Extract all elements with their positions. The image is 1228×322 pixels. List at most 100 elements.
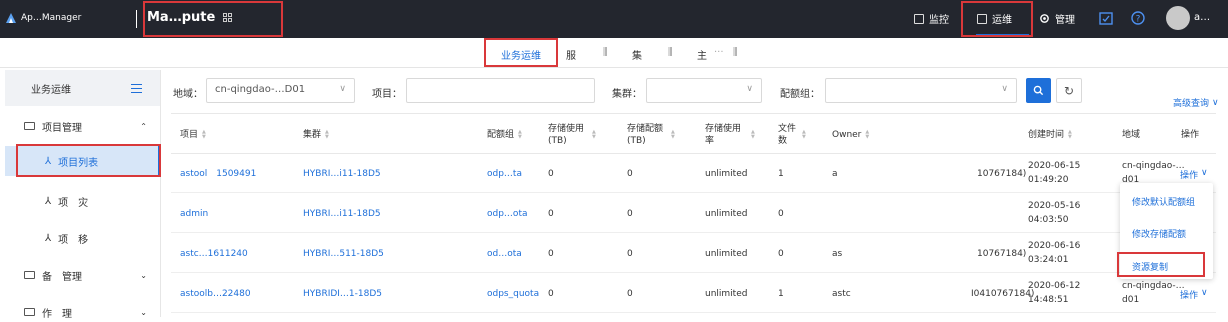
folder-icon	[24, 271, 35, 279]
region-label: 地域：	[173, 89, 203, 100]
created-date: 2020-06-16	[1028, 241, 1081, 251]
advanced-search-link[interactable]: 高级查询 ∨	[1173, 96, 1219, 110]
column-file-count[interactable]: 文件数 ▲ ▼	[778, 114, 818, 155]
owner-id-value: I0410767184)	[971, 289, 1035, 299]
storage-used-value: 0	[548, 169, 554, 179]
sidebar-group-label: 备 管理	[42, 271, 82, 283]
nav-monitor[interactable]: 监控	[914, 11, 949, 26]
quota-group-link[interactable]: odp…ta	[487, 168, 522, 180]
column-storage-quota[interactable]: 存储配额(TB) ▲ ▼	[627, 114, 689, 155]
column-region[interactable]: 地域	[1122, 114, 1140, 155]
chevron-up-icon: ⌃	[140, 121, 147, 131]
column-label: 项目	[180, 129, 199, 140]
quota-group-link[interactable]: od…ota	[487, 248, 522, 260]
row-actions-button[interactable]: 操作 ∨	[1180, 288, 1208, 301]
tab-separator-icon: ⫼	[733, 47, 738, 58]
column-label: 存储使用率	[705, 123, 742, 146]
nav-manage[interactable]: 管理	[1039, 11, 1075, 26]
column-cluster[interactable]: 集群 ▲ ▼	[303, 114, 329, 155]
quota-group-select[interactable]: ∨	[825, 78, 1017, 103]
menu-item-change-default-quota[interactable]: 修改默认配额组	[1132, 195, 1195, 208]
column-usage-rate[interactable]: 存储使用率 ▲ ▼	[705, 114, 769, 155]
usage-rate-value: unlimited	[705, 169, 748, 179]
row-actions-label: 操作	[1180, 291, 1199, 301]
tab-service[interactable]: 服	[566, 47, 576, 62]
project-link[interactable]: admin	[180, 208, 208, 220]
file-count-value: 0	[778, 209, 784, 219]
cluster-link[interactable]: HYBRI…i11-18D5	[303, 208, 381, 220]
storage-quota-value: 0	[627, 209, 633, 219]
usage-rate-value: unlimited	[705, 249, 748, 259]
gear-icon	[1040, 14, 1049, 23]
sort-icon[interactable]: ▲ ▼	[802, 129, 806, 140]
region-value: cn-qingdao-…D01	[215, 84, 306, 95]
column-storage-used[interactable]: 存储使用(TB) ▲ ▼	[548, 114, 610, 155]
file-count-value: 1	[778, 289, 784, 299]
sidebar-item-project-dr[interactable]: ⅄ 项 灾	[5, 186, 161, 216]
column-label: 存储使用(TB)	[548, 123, 585, 146]
cluster-link[interactable]: HYBRIDI…1-18D5	[303, 288, 382, 300]
sidebar-group-jobs[interactable]: 作 理 ⌄	[5, 302, 161, 322]
column-project[interactable]: 项目 ▲ ▼	[180, 114, 206, 155]
sort-icon[interactable]: ▲ ▼	[202, 129, 206, 140]
cluster-link[interactable]: HYBRI…511-18D5	[303, 248, 384, 260]
cluster-link[interactable]: HYBRI…i11-18D5	[303, 168, 381, 180]
help-icon[interactable]: ?	[1131, 11, 1145, 25]
sidebar: 业务运维 项目管理 ⌃ ⅄ 项目列表 ⅄ 项 灾 ⅄ 项 移 备 管理 ⌄ 作 …	[5, 70, 161, 320]
table-row: astoolb…22480 HYBRIDI…1-18D5 odps_quota …	[171, 274, 1216, 313]
sidebar-item-project-migrate[interactable]: ⅄ 项 移	[5, 223, 161, 253]
folder-icon	[24, 122, 35, 130]
sort-icon[interactable]: ▲ ▼	[865, 129, 869, 140]
menu-item-change-storage-quota[interactable]: 修改存储配额	[1132, 227, 1186, 240]
file-count-value: 1	[778, 169, 784, 179]
storage-used-value: 0	[548, 249, 554, 259]
cluster-select[interactable]: ∨	[646, 78, 762, 103]
created-time: 01:49:20	[1028, 175, 1069, 185]
highlight-tab	[484, 38, 558, 67]
region-select[interactable]: cn-qingdao-…D01 ∨	[206, 78, 355, 103]
tab-separator-icon: ⫼	[603, 47, 608, 58]
chevron-down-icon: ∨	[1212, 97, 1219, 108]
quota-group-link[interactable]: odps_quota	[487, 288, 539, 300]
chevron-down-icon: ∨	[1201, 168, 1208, 178]
search-button[interactable]	[1026, 78, 1051, 103]
cluster-label: 集群：	[612, 89, 642, 100]
sort-icon[interactable]: ▲ ▼	[325, 129, 329, 140]
column-label: 配额组	[487, 129, 515, 140]
search-icon	[1033, 85, 1044, 96]
project-link[interactable]: astool 1509491	[180, 168, 256, 180]
highlight-resource-copy	[1117, 252, 1205, 277]
column-quota-group[interactable]: 配额组 ▲ ▼	[487, 114, 522, 155]
calendar-icon[interactable]	[1099, 11, 1113, 25]
collapse-menu-icon[interactable]	[131, 83, 142, 93]
sidebar-group-backup[interactable]: 备 管理 ⌄	[5, 265, 161, 285]
storage-quota-value: 0	[627, 289, 633, 299]
sort-icon[interactable]: ▲ ▼	[671, 129, 675, 140]
tab-cluster[interactable]: 集	[632, 47, 642, 62]
sidebar-header: 业务运维	[5, 70, 160, 106]
row-actions-button[interactable]: 操作 ∨	[1180, 168, 1208, 181]
sidebar-group-project-management[interactable]: 项目管理 ⌃	[5, 116, 161, 136]
column-label: 创建时间	[1028, 129, 1065, 140]
chevron-down-icon: ∨	[746, 84, 753, 94]
secondary-tabs: 业务运维 服 ⫼ 集 ⫼ 主 ··· ⫼	[0, 38, 1228, 68]
sort-icon[interactable]: ▲ ▼	[592, 129, 596, 140]
tree-icon: ⅄	[45, 195, 52, 207]
project-label: 项目：	[372, 89, 402, 100]
project-link[interactable]: astoolb…22480	[180, 288, 251, 300]
refresh-button[interactable]: ↻	[1056, 78, 1082, 103]
highlight-product	[143, 1, 283, 37]
app-logo[interactable]: Ap…Manager	[5, 12, 81, 24]
project-link[interactable]: astc…1611240	[180, 248, 248, 260]
quota-group-link[interactable]: odp…ota	[487, 208, 527, 220]
sort-icon[interactable]: ▲ ▼	[518, 129, 522, 140]
column-owner[interactable]: Owner ▲ ▼	[832, 114, 869, 155]
user-avatar[interactable]	[1166, 6, 1190, 30]
sort-icon[interactable]: ▲ ▼	[751, 129, 755, 140]
tab-host[interactable]: 主	[697, 47, 707, 62]
column-created-time[interactable]: 创建时间 ▲ ▼	[1028, 114, 1072, 155]
created-date: 2020-06-15	[1028, 161, 1081, 171]
sort-icon[interactable]: ▲ ▼	[1068, 129, 1072, 140]
username[interactable]: a…	[1194, 12, 1210, 23]
project-input[interactable]	[406, 78, 595, 103]
